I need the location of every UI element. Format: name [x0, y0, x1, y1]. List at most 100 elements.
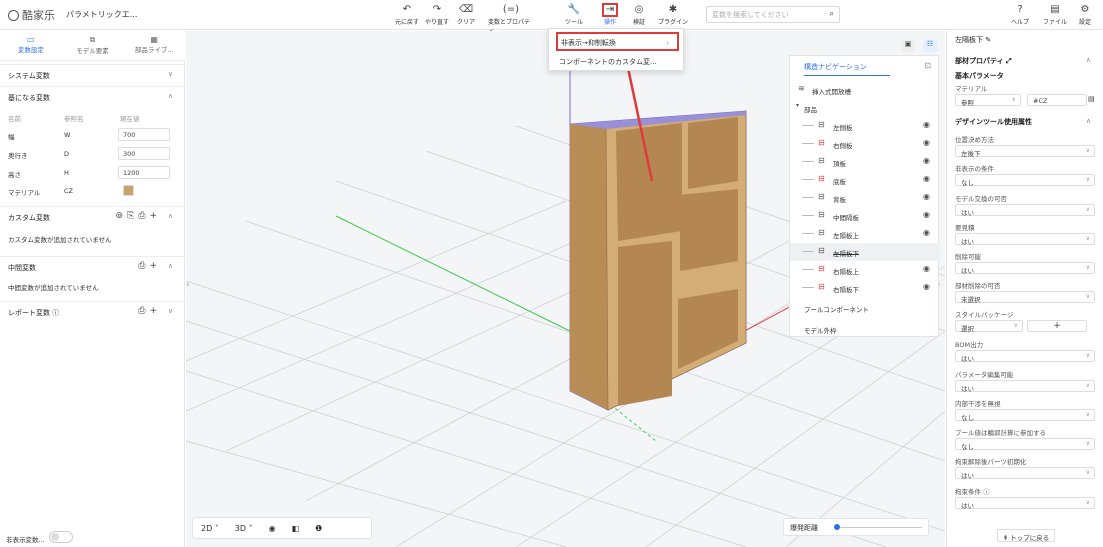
parts-group[interactable]: ▾ 部品	[790, 99, 940, 117]
style-package-select[interactable]: 選択	[955, 320, 1023, 333]
custom-vars-empty: カスタム変数が追加されていません	[8, 236, 112, 244]
base-vars-section[interactable]: 基になる変数 ∧	[0, 86, 185, 106]
alert-icon[interactable]: ❶	[315, 524, 322, 533]
material-ref-select[interactable]: 参照	[955, 94, 1021, 107]
depth-value-input[interactable]: 300	[118, 147, 170, 160]
model-frame[interactable]: モデル外枠	[790, 320, 940, 334]
custom-var-item[interactable]: コンポーネントのカスタム変...	[549, 52, 685, 71]
chevron-up-icon[interactable]: ∧	[168, 212, 173, 220]
list-item[interactable]: ⊟ 中間隔板 ◉	[790, 207, 940, 225]
mid-vars-actions[interactable]: ⎙+	[138, 261, 161, 271]
part-delete-label: 部材削除の可否	[955, 282, 1001, 290]
list-item[interactable]: ⊟ 右隔板下 ◉	[790, 279, 940, 297]
edit-icon[interactable]: ✎	[985, 36, 991, 44]
width-value-input[interactable]: 700	[118, 128, 170, 141]
custom-vars-actions[interactable]: ⊚⎘⎙+	[116, 211, 161, 221]
eye-icon[interactable]: ◉	[923, 210, 930, 219]
hidden-vars-toggle[interactable]	[49, 531, 73, 543]
design-tool-header[interactable]: デザインツール使用属性	[955, 117, 1032, 127]
eye-icon[interactable]: ◉	[923, 120, 930, 129]
pool-contour-select[interactable]: なし	[955, 438, 1095, 451]
model-swap-select[interactable]: はい	[955, 204, 1095, 217]
list-item[interactable]: ⊟ 背板 ◉	[790, 189, 940, 207]
list-item[interactable]: ⊟ 右側板 ◉	[790, 135, 940, 153]
chevron-up-icon[interactable]: ∧	[168, 262, 173, 270]
mode-2d-select[interactable]: 2D ˅	[201, 524, 219, 533]
list-item[interactable]: ⊟ 底板 ◉	[790, 171, 940, 189]
project-title[interactable]: パラメトリックエ...	[66, 9, 137, 20]
eye-icon[interactable]: ◉	[923, 192, 930, 201]
deletable-select[interactable]: はい	[955, 262, 1095, 275]
left-tabs: ▭ 変数設定 ⧉ モデル要素 ▦ 部品ライブ...	[0, 31, 185, 61]
part-icon: ⊟	[818, 282, 825, 291]
system-vars-section[interactable]: システム変数 ∨	[0, 64, 185, 84]
search-input[interactable]: 変数を検索してください ⌕	[706, 6, 840, 23]
report-vars-section[interactable]: レポート変数 ⓘ ⎙+ ∨	[0, 301, 185, 321]
eye-icon[interactable]: ◉	[269, 524, 276, 533]
custom-vars-section[interactable]: カスタム変数 ⊚⎘⎙+ ∧	[0, 206, 185, 226]
height-value-input[interactable]: 1200	[118, 166, 170, 179]
hide-condition-label: 非表示の条件	[955, 165, 994, 173]
eye-icon[interactable]: ◉	[923, 264, 930, 273]
pool-components[interactable]: プールコンポーネント	[790, 299, 940, 317]
positioning-select[interactable]: 左後下	[955, 145, 1095, 158]
bom-output-select[interactable]: はい	[955, 350, 1095, 363]
part-delete-select[interactable]: 未選択	[955, 291, 1095, 304]
list-item[interactable]: ⊟ 左側板 ◉	[790, 117, 940, 135]
view-icon[interactable]: ▣	[901, 40, 915, 52]
insert-slot-row[interactable]: ≋ 挿入式開放槽	[790, 81, 940, 99]
add-style-button[interactable]: +	[1027, 320, 1087, 332]
list-item[interactable]: ⊟ 右隔板上 ◉	[790, 261, 940, 279]
tab-parts-library[interactable]: ▦ 部品ライブ...	[123, 31, 185, 60]
release-init-select[interactable]: はい	[955, 467, 1095, 480]
chevron-up-icon[interactable]: ∧	[1086, 56, 1091, 64]
eye-icon[interactable]: ◉	[923, 138, 930, 147]
list-item-selected[interactable]: ⊟ 左隔板下	[790, 243, 940, 261]
search-icon[interactable]: ⌕	[830, 9, 834, 19]
verify-icon: ◎	[634, 4, 644, 15]
verify-button[interactable]: ◎ 検証	[622, 3, 656, 26]
clear-button[interactable]: ⌫ クリア	[449, 3, 483, 26]
settings-button[interactable]: ⚙ 設定	[1068, 3, 1102, 26]
hide-to-suppress-item[interactable]: 非表示→抑制転換 ›	[556, 32, 679, 51]
quote-select[interactable]: はい	[955, 233, 1095, 246]
tree-icon[interactable]: ☷	[923, 40, 937, 52]
release-init-label: 拘束解除後パーツ初期化	[955, 458, 1027, 466]
eye-icon[interactable]: ◉	[923, 282, 930, 291]
explode-slider-handle[interactable]	[834, 524, 840, 530]
ignore-interference-select[interactable]: なし	[955, 409, 1095, 422]
nav-title[interactable]: 構造ナビゲーション	[804, 62, 890, 76]
chevron-down-icon[interactable]: ∨	[168, 307, 173, 315]
eye-icon[interactable]: ◉	[923, 174, 930, 183]
report-vars-actions[interactable]: ⎙+	[138, 306, 161, 316]
material-swatch[interactable]	[123, 185, 134, 196]
eye-icon[interactable]: ◉	[923, 156, 930, 165]
chevron-up-icon[interactable]: ∧	[1086, 117, 1091, 125]
material-value-input[interactable]: #CZ	[1027, 94, 1087, 106]
clipboard-icon[interactable]: ▤	[1088, 95, 1095, 103]
eye-icon[interactable]: ◉	[923, 228, 930, 237]
export-icon[interactable]: ⊡	[924, 61, 931, 70]
mode-3d-select[interactable]: 3D ˅	[235, 524, 253, 533]
panel-props-header[interactable]: 部材プロパティ ⤢	[955, 56, 1012, 66]
tab-model-elements[interactable]: ⧉ モデル要素	[62, 31, 124, 60]
hide-condition-select[interactable]: なし	[955, 174, 1095, 187]
collapse-left-icon[interactable]: ‹	[186, 280, 190, 290]
plugins-button[interactable]: ✱ プラグイン	[656, 3, 690, 26]
constraint-select[interactable]: はい	[955, 497, 1095, 510]
tab-variables[interactable]: ▭ 変数設定	[0, 31, 62, 60]
list-item[interactable]: ⊟ 頂板 ◉	[790, 153, 940, 171]
undo-button[interactable]: ↶ 元に戻す	[390, 3, 424, 26]
explode-slider-track[interactable]	[834, 527, 922, 528]
cube-icon[interactable]: ◧	[292, 524, 300, 533]
cabinet-model[interactable]	[569, 110, 747, 411]
chevron-up-icon[interactable]: ∧	[168, 92, 173, 100]
help-button[interactable]: ? ヘルプ	[1003, 3, 1037, 26]
tools-button[interactable]: 🔧 ツール	[557, 3, 591, 26]
param-editable-select[interactable]: はい	[955, 380, 1095, 393]
chevron-down-icon[interactable]: ∨	[168, 70, 173, 78]
back-to-top-button[interactable]: ⇞ トップに戻る	[997, 529, 1055, 542]
list-item[interactable]: ⊟ 左隔板上 ◉	[790, 225, 940, 243]
file-button[interactable]: ▤ ファイル	[1038, 3, 1072, 26]
mid-vars-section[interactable]: 中間変数 ⎙+ ∧	[0, 256, 185, 276]
